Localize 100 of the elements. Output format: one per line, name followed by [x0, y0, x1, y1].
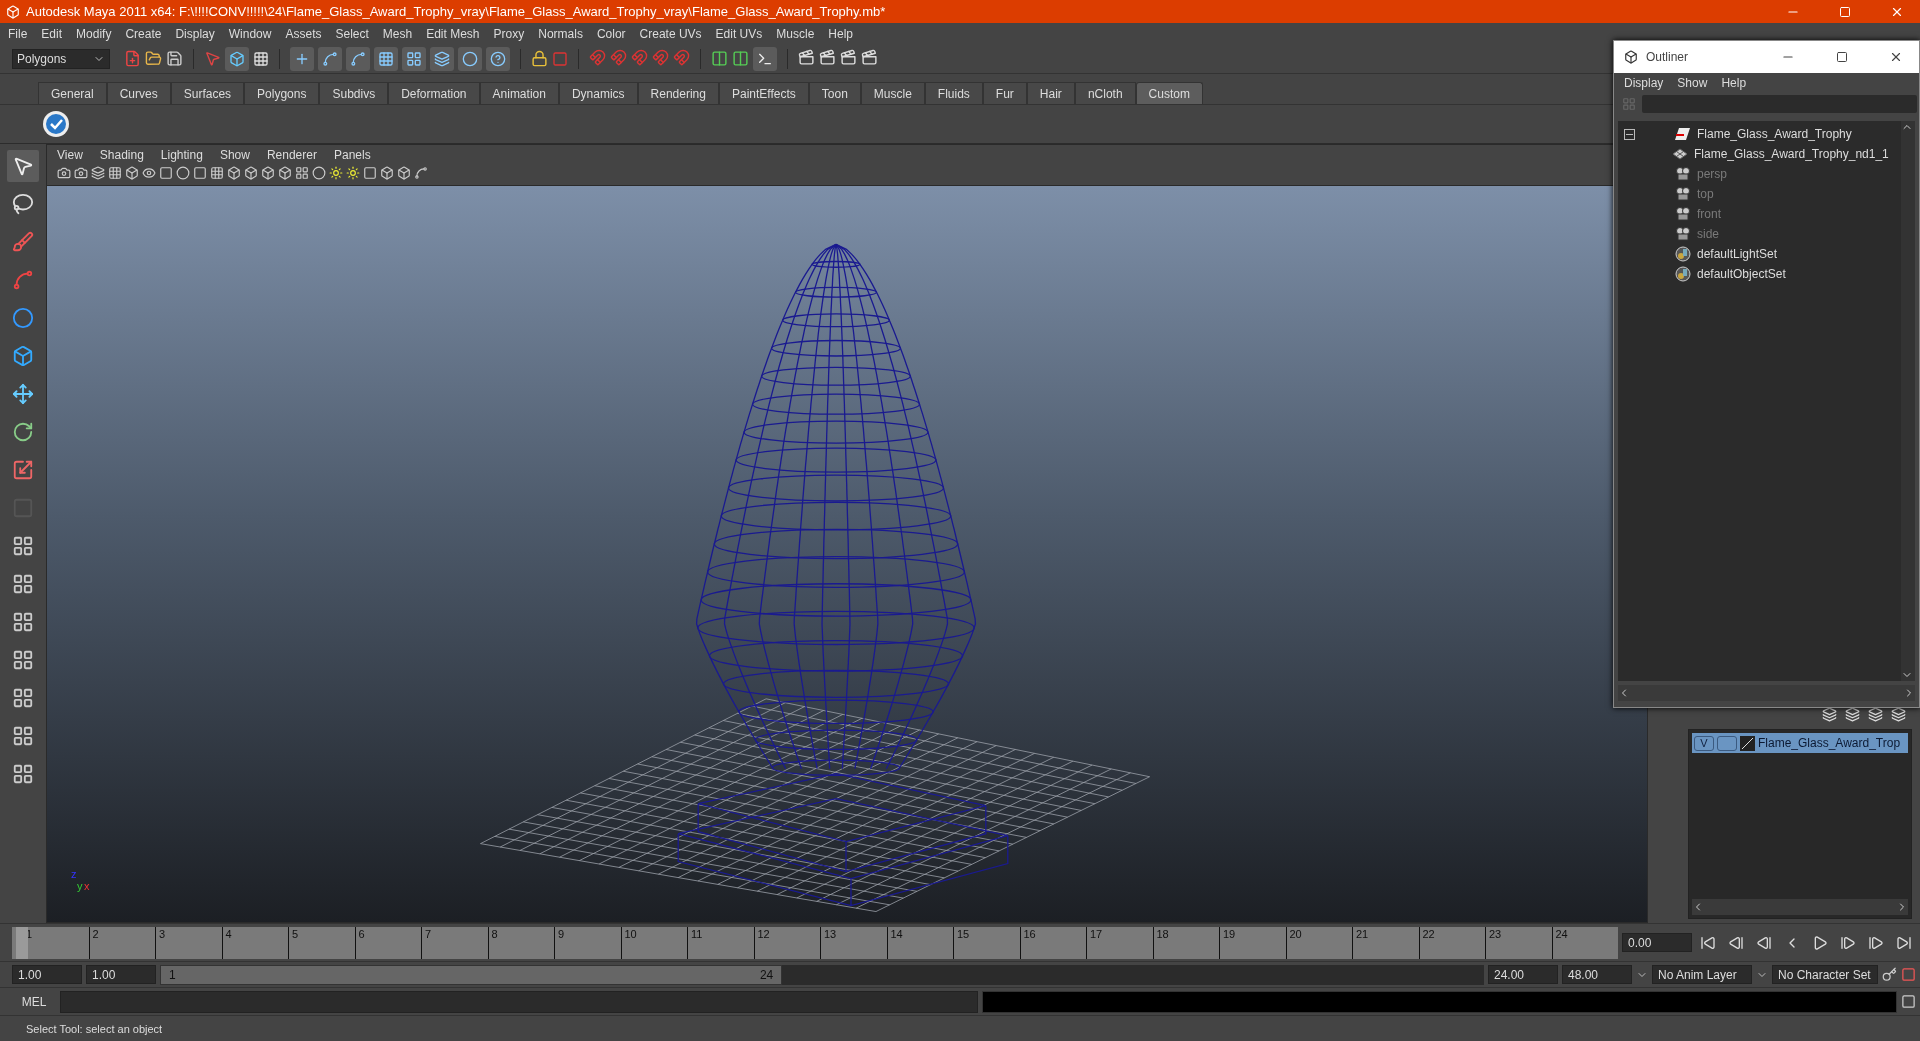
shelf-tab[interactable]: Fluids: [924, 82, 983, 104]
grid-icon[interactable]: [406, 50, 422, 67]
viewport-tool-icon[interactable]: [278, 166, 292, 180]
menu-item[interactable]: Modify: [76, 26, 112, 41]
mode-dropdown[interactable]: Polygons: [12, 48, 110, 69]
help-icon[interactable]: [490, 50, 506, 67]
outliner-menu-item[interactable]: Help: [1721, 76, 1747, 90]
step-forward-icon[interactable]: [1868, 934, 1884, 951]
play-icon[interactable]: [1812, 934, 1828, 951]
menu-item[interactable]: Display: [175, 26, 215, 41]
viewport-tool-icon[interactable]: [329, 166, 343, 180]
folder-icon[interactable]: [145, 50, 162, 67]
maximize-icon[interactable]: [1836, 51, 1848, 63]
new-file-icon[interactable]: [124, 50, 141, 67]
outliner-item[interactable]: defaultLightSet: [1697, 247, 1778, 261]
menu-item[interactable]: Normals: [538, 26, 583, 41]
viewport-tool-icon[interactable]: [193, 166, 207, 180]
viewport-tool-icon[interactable]: [91, 166, 105, 180]
start-time-field[interactable]: 1.00: [12, 965, 82, 984]
viewport-menu-item[interactable]: Shading: [99, 147, 144, 162]
command-input[interactable]: [60, 990, 978, 1013]
viewport-tool-icon[interactable]: [142, 166, 156, 180]
layer-icon[interactable]: [1891, 707, 1906, 722]
scale-icon[interactable]: [12, 459, 34, 481]
viewport-menu-item[interactable]: Lighting: [160, 147, 203, 162]
collapse-icon[interactable]: [1624, 128, 1635, 140]
viewport[interactable]: z yx: [47, 186, 1647, 922]
menu-item[interactable]: Mesh: [382, 26, 413, 41]
shelf-tab[interactable]: Dynamics: [558, 82, 638, 104]
visibility-toggle[interactable]: V: [1694, 735, 1714, 751]
menu-item[interactable]: Assets: [285, 26, 322, 41]
layout-icon[interactable]: [12, 611, 34, 633]
outliner-menu-item[interactable]: Show: [1677, 76, 1708, 90]
component-icon[interactable]: [253, 50, 269, 67]
menu-item[interactable]: Muscle: [776, 26, 815, 41]
shelf-tab[interactable]: Toon: [808, 82, 861, 104]
viewport-tool-icon[interactable]: [244, 166, 258, 180]
current-time-field[interactable]: 0.00: [1622, 933, 1692, 952]
shelf-tab[interactable]: Polygons: [244, 82, 320, 104]
layer-icon[interactable]: [1822, 707, 1837, 722]
lasso-icon[interactable]: [12, 193, 34, 215]
clapperboard-icon[interactable]: [819, 48, 836, 66]
shelf-tab[interactable]: Surfaces: [170, 82, 245, 104]
shelf-tab[interactable]: Hair: [1026, 82, 1075, 104]
playback-start-field[interactable]: 1.00: [86, 965, 156, 984]
shelf-tab[interactable]: General: [38, 82, 107, 104]
character-set-dropdown[interactable]: No Character Set: [1772, 965, 1878, 984]
shelf-tab[interactable]: Rendering: [637, 82, 719, 104]
filter-field[interactable]: [1642, 95, 1917, 113]
sphere-icon[interactable]: [12, 307, 34, 329]
layout-icon[interactable]: [12, 687, 34, 709]
viewport-tool-icon[interactable]: [363, 166, 377, 180]
horizontal-scrollbar[interactable]: [1692, 899, 1908, 915]
shelf-tab[interactable]: nCloth: [1074, 82, 1136, 104]
menu-item[interactable]: File: [8, 26, 28, 41]
vertical-scrollbar[interactable]: [1901, 121, 1915, 681]
shelf-tab[interactable]: Curves: [106, 82, 171, 104]
outliner-menu-item[interactable]: Display: [1624, 76, 1664, 90]
clapperboard-icon[interactable]: [861, 48, 878, 66]
viewport-tool-icon[interactable]: [210, 166, 224, 180]
outliner-item[interactable]: Flame_Glass_Award_Trophy_nd1_1: [1694, 147, 1889, 161]
horizontal-scrollbar[interactable]: [1618, 685, 1915, 701]
menu-item[interactable]: Edit UVs: [715, 26, 763, 41]
layout-icon[interactable]: [12, 725, 34, 747]
clapperboard-icon[interactable]: [798, 48, 815, 66]
layer-name[interactable]: Flame_Glass_Award_Trop: [1758, 736, 1901, 750]
viewport-tool-icon[interactable]: [261, 166, 275, 180]
menu-item[interactable]: Edit Mesh: [426, 26, 480, 41]
layer-row[interactable]: V Flame_Glass_Award_Trop: [1692, 733, 1908, 753]
menu-item[interactable]: Window: [228, 26, 272, 41]
layout-icon[interactable]: [12, 763, 34, 785]
menu-item[interactable]: Color: [596, 26, 626, 41]
shelf-tab[interactable]: Fur: [982, 82, 1027, 104]
outliner-item[interactable]: Flame_Glass_Award_Trophy: [1697, 127, 1852, 141]
sphere-icon[interactable]: [462, 50, 478, 67]
layers-icon[interactable]: [434, 50, 450, 67]
paint-brush-icon[interactable]: [12, 231, 34, 253]
menu-item[interactable]: Select: [335, 26, 369, 41]
playback-toggle[interactable]: [1717, 735, 1737, 751]
viewport-tool-icon[interactable]: [176, 166, 190, 180]
anim-layer-dropdown[interactable]: No Anim Layer: [1652, 965, 1752, 984]
curve-icon[interactable]: [322, 50, 338, 67]
layer-icon[interactable]: [1868, 707, 1883, 722]
viewport-tool-icon[interactable]: [227, 166, 241, 180]
viewport-tool-icon[interactable]: [397, 166, 411, 180]
viewport-tool-icon[interactable]: [74, 166, 88, 180]
cube-icon[interactable]: [12, 345, 34, 367]
select-tool-icon[interactable]: [12, 155, 34, 177]
save-icon[interactable]: [166, 50, 183, 67]
layer-icon[interactable]: [1845, 707, 1860, 722]
layout-icon[interactable]: [12, 535, 34, 557]
shelf-tab[interactable]: PaintEffects: [718, 82, 809, 104]
close-icon[interactable]: [1889, 50, 1903, 64]
layout-icon[interactable]: [12, 573, 34, 595]
clapperboard-icon[interactable]: [840, 48, 857, 66]
viewport-tool-icon[interactable]: [346, 166, 360, 180]
step-forward-key-icon[interactable]: [1840, 934, 1856, 951]
checkmark-badge-icon[interactable]: [42, 110, 70, 138]
viewport-menu-item[interactable]: Renderer: [266, 147, 317, 162]
shelf-tab[interactable]: Deformation: [388, 82, 480, 104]
